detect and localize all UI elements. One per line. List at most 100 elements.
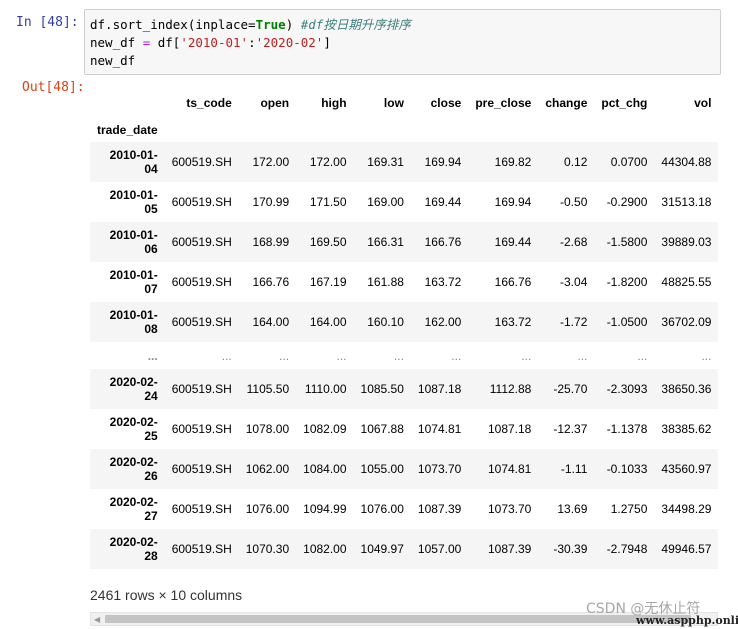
table-cell: ... [221, 348, 232, 363]
row-index: 2020-02- 28 [109, 535, 158, 563]
table-cell: 43560.97 [661, 462, 712, 476]
index-name-row: trade_date [90, 118, 718, 142]
table-cell: 169.00 [367, 195, 404, 209]
table-cell: 1087.39 [417, 502, 462, 516]
row-index: 2010-01- 05 [109, 188, 158, 216]
table-cell: ... [577, 348, 588, 363]
dataframe-table: ts_code open high low close pre_close change pc… [90, 88, 719, 569]
dataframe-shape: 2461 rows × 10 columns [90, 587, 243, 603]
table-cell: 164.00 [309, 315, 347, 329]
table-cell: 600519.SH [171, 542, 232, 556]
table-row: 2020-02- 25 600519.SH 1078.00 1082.09 1067.88… [90, 409, 718, 449]
table-cell: 39889.03 [661, 235, 712, 249]
table-cell: 169.31 [367, 155, 404, 169]
table-cell: 164.00 [252, 315, 290, 329]
table-cell: 1084.00 [303, 462, 347, 476]
column-header-row: ts_code open high low close pre_close change pc… [90, 88, 718, 118]
column-header: low [383, 96, 404, 110]
column-header-spacer [538, 118, 594, 142]
table-cell: 1087.39 [487, 542, 532, 556]
table-cell: 1082.09 [303, 422, 347, 436]
table-row: 2010-01- 08 600519.SH 164.00 164.00 160.10 162… [90, 302, 719, 342]
table-cell: ... [451, 348, 462, 363]
table-cell: 36702.09 [661, 315, 712, 329]
table-cell: 161.88 [367, 275, 404, 289]
table-cell: 600519.SH [171, 502, 232, 516]
table-cell: 600519.SH [171, 235, 232, 249]
table-cell: -3.04 [560, 275, 588, 289]
table-cell: 1055.00 [360, 462, 404, 476]
table-cell: 600519.SH [171, 155, 232, 169]
table-cell: 1094.99 [303, 502, 347, 516]
table-cell: 1087.18 [417, 382, 462, 396]
table-cell: 1074.81 [417, 422, 462, 436]
table-cell: 172.00 [309, 155, 347, 169]
table-cell: -1.11 [560, 462, 588, 476]
code-comment: #df按日期升序排序 [300, 17, 411, 32]
table-cell: 1078.00 [245, 422, 290, 436]
scroll-left-arrow-icon[interactable]: ◀ [94, 615, 100, 624]
column-header: ts_code [186, 96, 232, 110]
table-cell: -1.8200 [606, 275, 648, 289]
table-cell: 171.50 [309, 195, 347, 209]
table-cell: 1105.50 [246, 382, 290, 396]
code-cell-input[interactable]: df.sort_index(inplace=True) #df按日期升序排序 n… [84, 9, 721, 75]
table-cell: 600519.SH [171, 462, 232, 476]
column-header-spacer [411, 118, 468, 142]
table-cell: 1073.70 [487, 502, 532, 516]
table-cell: 1067.88 [360, 422, 404, 436]
table-cell: 600519.SH [171, 422, 232, 436]
table-cell: -0.2900 [606, 195, 648, 209]
code-line-2: new_df = df['2010-01':'2020-02'] [90, 35, 331, 50]
table-cell: 44304.88 [661, 155, 712, 169]
table-cell: ... [701, 348, 712, 363]
table-cell: 162.00 [424, 315, 462, 329]
table-cell: 169.50 [309, 235, 347, 249]
row-index: 2020-02- 24 [109, 375, 158, 403]
table-row: 2020-02- 27 600519.SH 1076.00 1094.99 1076.00… [90, 489, 718, 529]
table-cell: 166.76 [494, 275, 532, 289]
table-cell: 1073.70 [417, 462, 462, 476]
table-cell: 1062.00 [245, 462, 290, 476]
table-cell: -2.68 [560, 235, 588, 249]
table-header: ts_code open high low close pre_close change pc… [90, 88, 718, 142]
table-cell: 34498.29 [661, 502, 712, 516]
table-cell: 1110.00 [304, 382, 347, 396]
table-cell: -12.37 [553, 422, 588, 436]
table-cell: 1076.00 [360, 502, 404, 516]
column-header-spacer [654, 118, 718, 142]
table-row: 2020-02- 26 600519.SH 1062.00 1084.00 1055.00… [90, 449, 719, 489]
column-header: pct_chg [601, 96, 648, 110]
row-index: 2010-01- 08 [109, 308, 158, 336]
table-cell: 167.19 [309, 275, 347, 289]
table-cell: 1049.97 [360, 542, 404, 556]
table-cell: -0.50 [560, 195, 588, 209]
table-cell: 169.94 [494, 195, 532, 209]
table-row: 2010-01- 04 600519.SH 172.00 172.00 169.31 169… [90, 142, 719, 182]
table-row: 2020-02- 28 600519.SH 1070.30 1082.00 1049.97… [90, 529, 719, 569]
table-cell: 1070.30 [245, 542, 290, 556]
table-row: 2010-01- 06 600519.SH 168.99 169.50 166.31 166… [90, 222, 719, 262]
input-prompt: In [48]: [16, 15, 79, 30]
table-cell: -1.0500 [606, 315, 648, 329]
table-cell: -25.70 [553, 382, 588, 396]
table-row: 2010-01- 05 600519.SH 170.99 171.50 169.00 169… [90, 182, 718, 222]
code-line-1: df.sort_index(inplace=True) #df按日期升序排序 [90, 17, 411, 32]
table-cell: 169.82 [494, 155, 532, 169]
table-cell: -30.39 [553, 542, 588, 556]
table-cell: 1.2750 [610, 502, 648, 516]
table-body: 2010-01- 04 600519.SH 172.00 172.00 169.31 169… [90, 142, 719, 569]
table-cell: 166.76 [424, 235, 462, 249]
table-cell: 166.31 [367, 235, 404, 249]
table-cell: 166.76 [252, 275, 290, 289]
column-header: high [321, 96, 347, 110]
table-cell: -2.3093 [606, 382, 648, 396]
table-cell: 163.72 [424, 275, 462, 289]
table-cell: -1.5800 [606, 235, 648, 249]
table-cell: 600519.SH [171, 315, 232, 329]
table-cell: 1076.00 [245, 502, 290, 516]
row-index: 2010-01- 07 [109, 268, 158, 296]
table-cell: 1087.18 [487, 422, 532, 436]
index-name: trade_date [97, 123, 158, 137]
table-cell: 0.12 [564, 155, 588, 169]
